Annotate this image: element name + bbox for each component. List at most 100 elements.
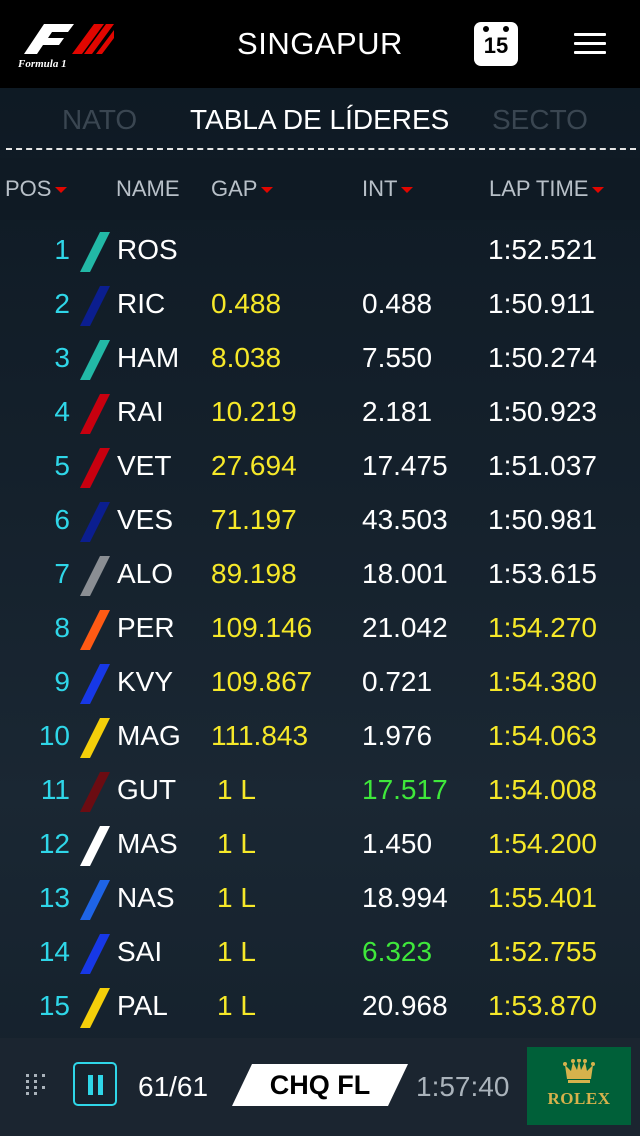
tab-sectors[interactable]: SECTO [492,104,588,136]
table-row[interactable]: 3 HAM 8.038 7.550 1:50.274 [0,332,640,386]
position-cell: 4 [54,396,70,427]
position-cell: 1 [54,234,70,265]
table-row[interactable]: 14 SAI 1 L 6.323 1:52.755 [0,926,640,980]
position-cell: 14 [38,936,70,967]
tab-championship[interactable]: NATO [62,104,137,136]
table-row[interactable]: 6 VES 71.197 43.503 1:50.981 [0,494,640,548]
lap-time-cell: 1:54.063 [488,720,597,751]
team-color-stripe [80,718,110,758]
table-row[interactable]: 11 GUT 1 L 17.517 1:54.008 [0,764,640,818]
position-cell: 6 [54,504,70,535]
driver-name-cell: HAM [117,342,180,373]
position-cell: 13 [38,882,70,913]
team-color-stripe [80,556,110,596]
position-cell: 2 [54,288,70,319]
position-cell: 12 [38,828,70,859]
session-clock: 1:57:40 [416,1071,510,1102]
lap-time-cell: 1:50.981 [488,504,597,535]
gap-cell: 8.038 [211,342,282,373]
interval-cell: 18.994 [362,882,448,913]
team-color-stripe [80,394,110,434]
table-row[interactable]: 4 RAI 10.219 2.181 1:50.923 [0,386,640,440]
team-color-stripe [80,340,110,380]
grip-icon[interactable] [26,1074,46,1100]
lap-time-cell: 1:50.274 [488,342,597,373]
column-header-lap-time[interactable]: LAP TIME [489,176,605,202]
lap-time-cell: 1:50.911 [488,288,595,319]
table-row[interactable]: 13 NAS 1 L 18.994 1:55.401 [0,872,640,926]
table-row[interactable]: 7 ALO 89.198 18.001 1:53.615 [0,548,640,602]
sort-arrow-icon [401,187,414,194]
f1-logo[interactable]: Formula 1 [14,16,118,72]
driver-name-cell: VES [117,504,174,535]
lap-time-cell: 1:52.521 [488,234,597,265]
gap-cell: 1 L [217,774,256,805]
driver-name-cell: ALO [117,558,174,589]
tab-leaderboard[interactable]: TABLA DE LÍDERES [190,104,449,136]
driver-name-cell: RAI [117,396,164,427]
team-color-stripe [80,772,110,812]
lap-time-cell: 1:54.008 [488,774,597,805]
pause-icon [88,1075,93,1095]
sponsor-badge[interactable]: ROLEX [527,1047,631,1125]
calendar-icon[interactable]: 15 [474,22,518,66]
driver-name-cell: MAS [117,828,178,859]
table-row[interactable]: 2 RIC 0.488 0.488 1:50.911 [0,278,640,332]
interval-cell: 17.475 [362,450,448,481]
team-color-stripe [80,664,110,704]
interval-cell: 0.488 [362,288,433,319]
sort-arrow-icon [592,187,605,194]
table-header: POS NAME GAP INT LAP TIME [0,158,640,220]
driver-name-cell: KVY [117,666,174,697]
column-header-int-label: INT [362,176,398,201]
table-row[interactable]: 5 VET 27.694 17.475 1:51.037 [0,440,640,494]
team-color-stripe [80,502,110,542]
sponsor-name: ROLEX [547,1089,611,1108]
position-cell: 10 [38,720,70,751]
lap-time-cell: 1:54.380 [488,666,597,697]
gap-cell: 71.197 [211,504,297,535]
lap-time-cell: 1:55.401 [488,882,597,913]
f1-logo-icon [24,24,114,54]
pause-button[interactable] [73,1062,117,1106]
table-row[interactable]: 8 PER 109.146 21.042 1:54.270 [0,602,640,656]
interval-cell: 18.001 [362,558,448,589]
gap-cell: 0.488 [211,288,282,319]
interval-cell: 43.503 [362,504,448,535]
team-color-stripe [80,880,110,920]
sort-arrow-icon [55,187,68,194]
table-row[interactable]: 1 ROS 1:52.521 [0,224,640,278]
driver-name-cell: VET [117,450,172,481]
table-row[interactable]: 15 PAL 1 L 20.968 1:53.870 [0,980,640,1034]
table-row[interactable]: 10 MAG 111.843 1.976 1:54.063 [0,710,640,764]
lap-counter: 61/61 [138,1071,209,1102]
session-flag-badge: CHQ FL [232,1064,408,1106]
column-header-pos-label: POS [5,176,52,201]
column-header-name: NAME [116,176,180,202]
tab-bar: NATO TABLA DE LÍDERES SECTO [0,88,640,152]
lap-time-cell: 1:50.923 [488,396,597,427]
position-cell: 15 [38,990,70,1021]
table-row[interactable]: 9 KVY 109.867 0.721 1:54.380 [0,656,640,710]
column-header-gap[interactable]: GAP [211,176,274,202]
hamburger-menu-icon[interactable] [574,33,606,55]
driver-name-cell: MAG [117,720,181,751]
column-header-name-label: NAME [116,176,180,201]
driver-name-cell: SAI [117,936,163,967]
lap-time-cell: 1:51.037 [488,450,597,481]
gap-cell: 1 L [217,828,256,859]
gap-cell: 111.843 [211,720,309,751]
driver-name-cell: RIC [117,288,166,319]
gap-cell: 1 L [217,936,256,967]
column-header-pos[interactable]: POS [5,176,68,202]
lap-time-cell: 1:53.615 [488,558,597,589]
sort-arrow-icon [261,187,274,194]
top-bar: Formula 1 SINGAPUR 15 [0,0,640,88]
table-row[interactable]: 12 MAS 1 L 1.450 1:54.200 [0,818,640,872]
position-cell: 11 [40,774,70,805]
position-cell: 9 [54,666,70,697]
column-header-int[interactable]: INT [362,176,414,202]
interval-cell: 2.181 [362,396,433,427]
gap-cell: 1 L [217,882,256,913]
interval-cell: 17.517 [362,774,448,805]
